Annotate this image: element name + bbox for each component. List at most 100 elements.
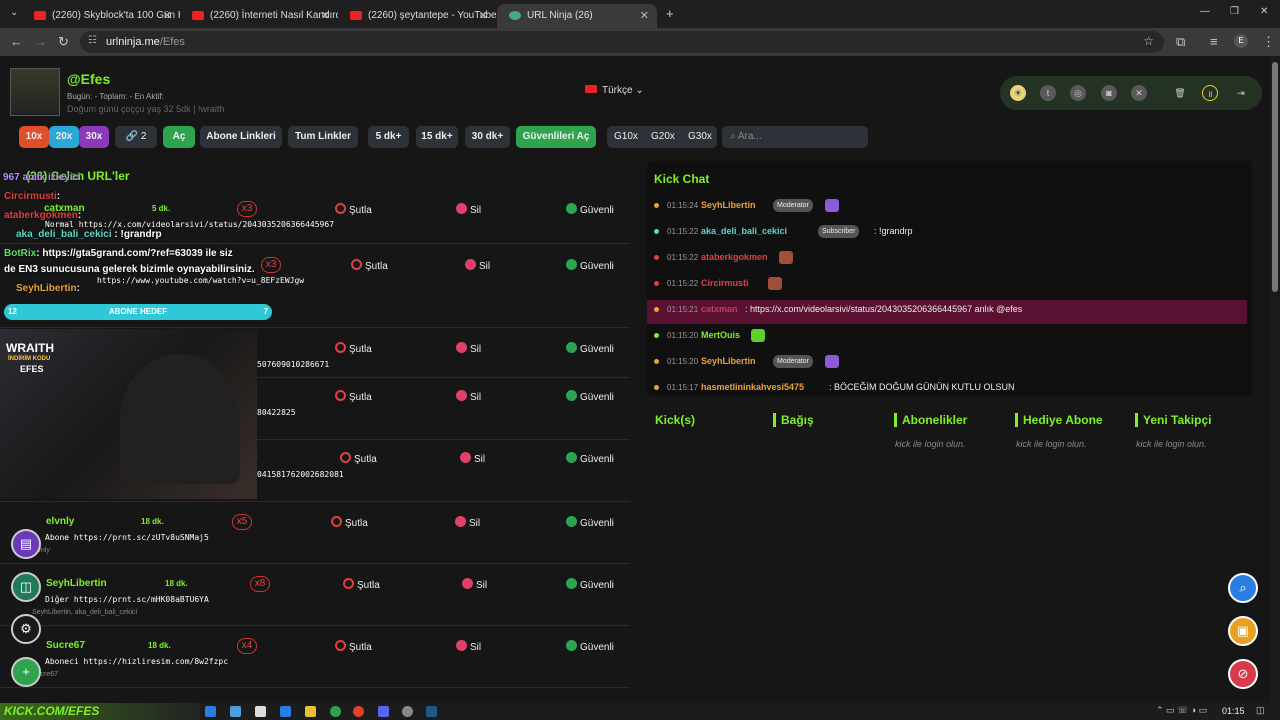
- bookmark-star-icon[interactable]: ☆: [1143, 34, 1154, 48]
- close-icon[interactable]: ✕: [163, 9, 172, 22]
- remove-user-fab[interactable]: ⊘: [1228, 659, 1258, 689]
- forward-icon[interactable]: →: [34, 34, 47, 49]
- row-link[interactable]: Normal https://x.com/videolarsivi/status…: [45, 220, 334, 229]
- notification-icon[interactable]: ◫: [1256, 705, 1265, 716]
- tab-subscriptions[interactable]: Abonelikler: [894, 413, 967, 427]
- browser-tab-3[interactable]: (2260) şeytantepe - YouTube ✕: [338, 4, 496, 28]
- row-link[interactable]: Aboneci https://hizliresim.com/8w2fzpc: [45, 657, 228, 666]
- chat-user[interactable]: SeyhLibertin: [701, 200, 756, 210]
- twitter-icon[interactable]: t: [1040, 85, 1056, 101]
- site-info-icon[interactable]: ☷: [88, 35, 97, 46]
- strike-button[interactable]: Şutla: [351, 259, 388, 272]
- steam-icon[interactable]: [426, 706, 437, 717]
- link-count-button[interactable]: 🔗 2: [115, 126, 157, 148]
- link-url[interactable]: 507609010286671: [257, 360, 329, 369]
- strike-button[interactable]: Şutla: [335, 342, 372, 355]
- outlook-icon[interactable]: [280, 706, 291, 717]
- mult-10x-button[interactable]: 10x: [19, 126, 49, 148]
- settings-button[interactable]: ⚙: [11, 614, 41, 644]
- x-icon[interactable]: ✕: [1131, 85, 1147, 101]
- mult-20x-button[interactable]: 20x: [49, 126, 79, 148]
- g30x-button[interactable]: G30x: [688, 126, 712, 148]
- menu-icon[interactable]: ⋮: [1262, 34, 1275, 50]
- kick-button[interactable]: ◫: [11, 572, 41, 602]
- delete-button[interactable]: Sil: [456, 203, 481, 216]
- row-user[interactable]: SeyhLibertin: [46, 578, 107, 589]
- browser-tab-1[interactable]: (2260) Skyblock'ta 100 Gün Ha ✕: [22, 4, 180, 28]
- chrome-icon[interactable]: [353, 706, 364, 717]
- row-user[interactable]: elvnly: [46, 516, 74, 527]
- safe-button[interactable]: Güvenli: [566, 640, 614, 653]
- row-user[interactable]: Sucre67: [46, 640, 85, 651]
- folder-icon[interactable]: [305, 706, 316, 717]
- filter-5min-button[interactable]: 5 dk+: [368, 126, 409, 148]
- filter-30min-button[interactable]: 30 dk+: [465, 126, 510, 148]
- scrollbar-thumb[interactable]: [1272, 62, 1278, 292]
- chat-user[interactable]: MertOuis: [701, 330, 740, 340]
- link-url[interactable]: https://www.youtube.com/watch?v=u_8EFzEW…: [97, 276, 304, 285]
- link-url[interactable]: 80422825: [257, 408, 296, 417]
- url-field[interactable]: ☷ urlninja.me/Efes ☆: [80, 31, 1164, 53]
- search-fab[interactable]: ⌕: [1228, 573, 1258, 603]
- delete-button[interactable]: Sil: [462, 578, 487, 591]
- open-button[interactable]: Aç: [163, 126, 195, 148]
- new-tab-icon[interactable]: +: [666, 6, 674, 21]
- maximize-icon[interactable]: ❐: [1230, 6, 1239, 17]
- chat-user[interactable]: aka_deli_bali_cekici: [701, 226, 787, 236]
- safe-button[interactable]: Güvenli: [566, 203, 614, 216]
- delete-button[interactable]: Sil: [465, 259, 490, 272]
- logout-icon[interactable]: ⇥: [1233, 85, 1249, 101]
- strike-button[interactable]: Şutla: [335, 640, 372, 653]
- window-close-icon[interactable]: ✕: [1260, 6, 1268, 17]
- safe-button[interactable]: Güvenli: [566, 259, 614, 272]
- safe-button[interactable]: Güvenli: [566, 342, 614, 355]
- obs-icon[interactable]: [402, 706, 413, 717]
- delete-button[interactable]: Sil: [456, 640, 481, 653]
- chat-user[interactable]: Circirmusti: [701, 278, 749, 288]
- reading-list-icon[interactable]: ≡: [1210, 34, 1218, 49]
- language-selector[interactable]: Türkçe ⌄: [585, 85, 644, 96]
- sub-links-button[interactable]: Abone Linkleri: [200, 126, 282, 148]
- twitch-button[interactable]: ▤: [11, 529, 41, 559]
- open-safe-button[interactable]: Güvenlileri Aç: [516, 126, 596, 148]
- filter-15min-button[interactable]: 15 dk+: [416, 126, 458, 148]
- link-url[interactable]: 041581762002682081: [257, 470, 344, 479]
- spotify-icon[interactable]: [330, 706, 341, 717]
- strike-button[interactable]: Şutla: [331, 516, 368, 529]
- strike-button[interactable]: Şutla: [335, 203, 372, 216]
- row-link[interactable]: Abone https://prnt.sc/zUTv8uSNMaj5: [45, 533, 209, 542]
- delete-button[interactable]: Sil: [455, 516, 480, 529]
- edge-icon[interactable]: [205, 706, 216, 717]
- browser-tab-active[interactable]: URL Ninja (26) ✕: [497, 4, 657, 28]
- delete-button[interactable]: Sil: [456, 342, 481, 355]
- copilot-icon[interactable]: [230, 706, 241, 717]
- safe-button[interactable]: Güvenli: [566, 578, 614, 591]
- trash-icon[interactable]: 🗑: [1172, 85, 1188, 101]
- g20x-button[interactable]: G20x: [651, 126, 675, 148]
- tray-icons[interactable]: ⌃ ▭ ☏ ◑ ▭: [1156, 705, 1207, 716]
- profile-avatar[interactable]: E: [1234, 34, 1248, 48]
- chat-user[interactable]: SeyhLibertin: [701, 356, 756, 366]
- delete-button[interactable]: Sil: [456, 390, 481, 403]
- strike-button[interactable]: Şutla: [343, 578, 380, 591]
- g10x-button[interactable]: G10x: [614, 126, 638, 148]
- back-icon[interactable]: ←: [10, 34, 23, 49]
- extensions-icon[interactable]: ⧉: [1176, 34, 1185, 50]
- close-icon[interactable]: ✕: [640, 9, 649, 22]
- add-user-button[interactable]: +: [11, 657, 41, 687]
- pause-icon[interactable]: ॥: [1202, 85, 1218, 101]
- chat-user[interactable]: ataberkgokmen: [701, 252, 768, 262]
- search-input[interactable]: ⌕ Ara...: [722, 126, 868, 148]
- strike-button[interactable]: Şutla: [340, 452, 377, 465]
- instagram-icon[interactable]: ◎: [1070, 85, 1086, 101]
- browser-tab-2[interactable]: (2260) İnterneti Nasıl Kandırdım ✕: [180, 4, 338, 28]
- strike-button[interactable]: Şutla: [335, 390, 372, 403]
- delete-button[interactable]: Sil: [460, 452, 485, 465]
- safe-button[interactable]: Güvenli: [566, 516, 614, 529]
- tab-gift-subs[interactable]: Hediye Abone: [1015, 413, 1103, 427]
- tab-donations[interactable]: Bağış: [773, 413, 814, 427]
- all-links-button[interactable]: Tum Linkler: [288, 126, 358, 148]
- close-icon[interactable]: ✕: [321, 9, 330, 22]
- chat-user[interactable]: catxman: [701, 304, 738, 314]
- safe-button[interactable]: Güvenli: [566, 390, 614, 403]
